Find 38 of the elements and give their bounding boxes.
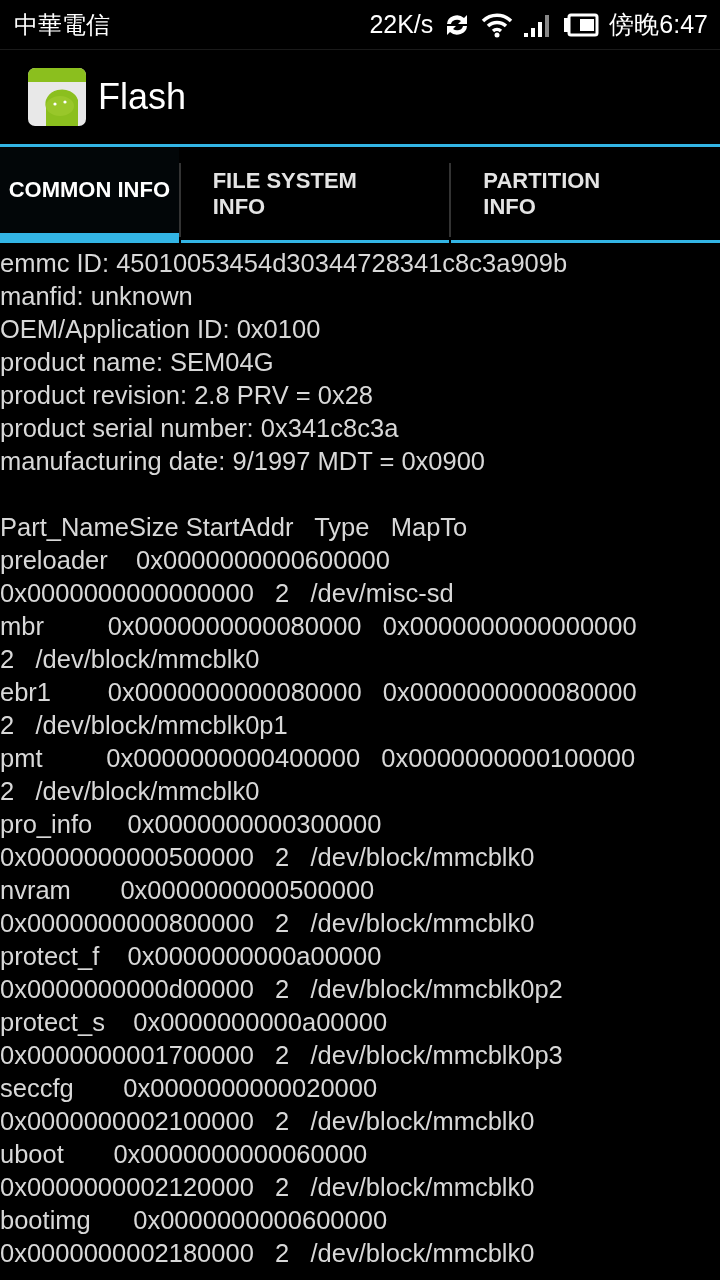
info-line: product serial number: 0x341c8c3a xyxy=(0,413,399,444)
partition-line: 0x0000000000d00000 2 /dev/block/mmcblk0p2 xyxy=(0,974,563,1005)
info-line: emmc ID: 45010053454d30344728341c8c3a909b xyxy=(0,248,568,279)
partition-line: mbr 0x0000000000080000 0x0000000000000000 xyxy=(0,611,637,642)
clock: 傍晚6:47 xyxy=(609,9,708,40)
info-line: OEM/Application ID: 0x0100 xyxy=(0,314,321,345)
partition-line: protect_s 0x0000000000a00000 xyxy=(0,1007,388,1038)
partition-line: 2 /dev/block/mmcblk0 xyxy=(0,644,260,675)
partition-line: 0x0000000002180000 2 /dev/block/mmcblk0 xyxy=(0,1238,535,1269)
partition-line: 0x0000000000500000 2 /dev/block/mmcblk0 xyxy=(0,842,535,873)
info-line: manfid: unknown xyxy=(0,281,193,312)
network-speed: 22K/s xyxy=(369,10,434,39)
info-line: product name: SEM04G xyxy=(0,347,274,378)
partition-line: 0x0000000000800000 2 /dev/block/mmcblk0 xyxy=(0,908,535,939)
partition-line: pro_info 0x0000000000300000 xyxy=(0,809,382,840)
partition-line: uboot 0x0000000000060000 xyxy=(0,1139,368,1170)
info-line: manufacturing date: 9/1997 MDT = 0x0900 xyxy=(0,446,486,477)
app-title: Flash xyxy=(98,76,187,118)
info-line: product revision: 2.8 PRV = 0x28 xyxy=(0,380,374,411)
carrier-name: 中華電信 xyxy=(14,9,110,41)
partition-line: bootimg 0x0000000000600000 xyxy=(0,1205,388,1236)
partition-line: 2 /dev/block/mmcblk0p1 xyxy=(0,710,288,741)
partition-line: Part_NameSize StartAddr Type MapTo xyxy=(0,512,468,543)
partition-line: 0x0000000001700000 2 /dev/block/mmcblk0p3 xyxy=(0,1040,563,1071)
partition-line: pmt 0x0000000000400000 0x0000000000100000 xyxy=(0,743,636,774)
partition-line: 0x0000000002100000 2 /dev/block/mmcblk0 xyxy=(0,1106,535,1137)
wifi-icon xyxy=(481,11,514,38)
partition-line: nvram 0x0000000000500000 xyxy=(0,875,375,906)
partition-line: 2 /dev/block/mmcblk0 xyxy=(0,776,260,807)
partition-line: preloader 0x0000000000600000 xyxy=(0,545,390,576)
partition-line: 0x0000000000000000 2 /dev/misc-sd xyxy=(0,578,454,609)
battery-icon xyxy=(563,12,600,37)
partition-line: 0x0000000002120000 2 /dev/block/mmcblk0 xyxy=(0,1172,535,1203)
partition-line: seccfg 0x0000000000020000 xyxy=(0,1073,378,1104)
app-icon xyxy=(28,68,86,126)
partition-line: ebr1 0x0000000000080000 0x0000000000080000 xyxy=(0,677,637,708)
partition-line: protect_f 0x0000000000a00000 xyxy=(0,941,382,972)
tab[interactable]: COMMON INFO xyxy=(0,147,179,243)
